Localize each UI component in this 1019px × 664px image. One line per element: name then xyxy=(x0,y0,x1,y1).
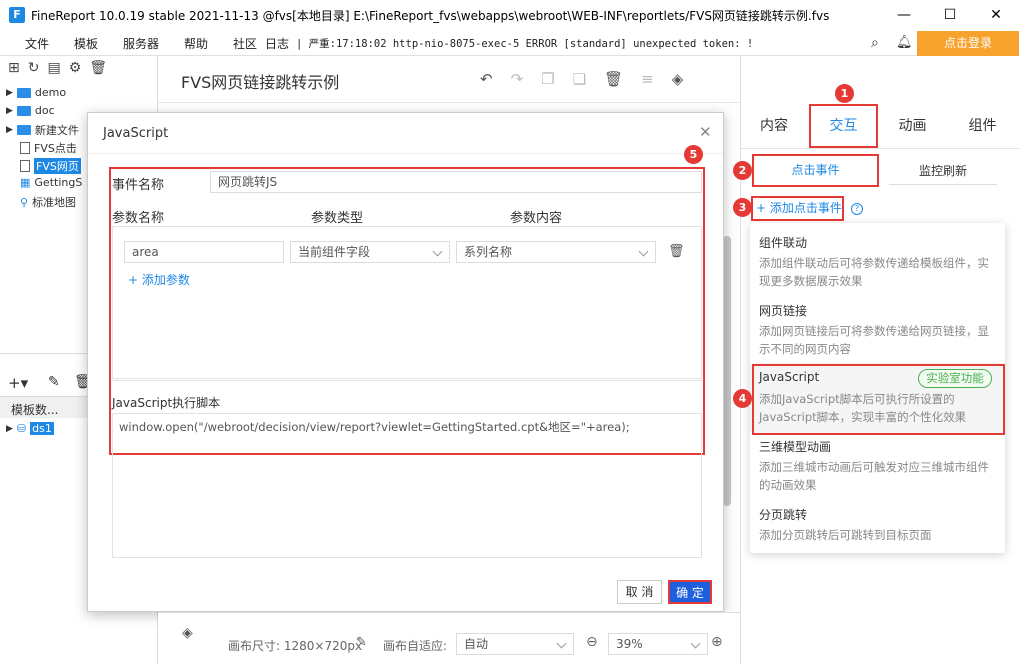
col-param-type: 参数类型 xyxy=(311,211,364,226)
refresh-icon[interactable]: ↻ xyxy=(28,60,48,76)
bell-icon[interactable]: 🔔︎ xyxy=(896,35,913,50)
dialog-title: JavaScript xyxy=(103,126,169,141)
zoom-in-icon[interactable]: ⊕ xyxy=(711,634,723,650)
badge-4: 4 xyxy=(733,389,752,408)
paste-icon[interactable]: ❏ xyxy=(573,70,604,88)
folder-icon xyxy=(16,105,31,116)
file-icon xyxy=(20,160,30,172)
script-text: window.open("/webroot/decision/view/repo… xyxy=(119,420,630,434)
report-icon: ▦ xyxy=(20,176,31,189)
menu-item-component-linkage[interactable]: 组件联动 xyxy=(759,234,807,251)
align-icon[interactable]: ≡ xyxy=(641,70,672,88)
menu-bar: 文件 模板 服务器 帮助 社区 日志 | 严重:17:18:02 http-ni… xyxy=(0,31,1019,56)
subtab-click-event[interactable]: 点击事件 xyxy=(752,154,879,187)
tree-item-fvs-click[interactable]: FVS点击 xyxy=(20,140,77,156)
copy-icon[interactable]: ❐ xyxy=(541,70,572,88)
database-icon: ⛁ xyxy=(16,422,27,435)
event-name-label: 事件名称 xyxy=(112,178,165,193)
tree-item-fvs-web[interactable]: FVS网页 xyxy=(20,158,81,174)
menu-server[interactable]: 服务器 xyxy=(123,35,159,52)
search-icon[interactable]: ⌕ xyxy=(871,35,879,51)
highlight-javascript xyxy=(752,364,1005,435)
menu-item-web-link[interactable]: 网页链接 xyxy=(759,302,807,319)
delete-icon[interactable]: 🗑︎ xyxy=(89,60,115,76)
param-name-input[interactable]: area xyxy=(124,241,284,263)
delete-param-icon[interactable]: 🗑︎ xyxy=(668,244,685,259)
redo-icon[interactable]: ↷ xyxy=(511,70,542,88)
settings-icon[interactable]: ⚙ xyxy=(69,60,90,76)
dialog-close-icon[interactable]: ✕ xyxy=(699,123,712,141)
badge-1: 1 xyxy=(835,84,854,103)
tree-item-doc[interactable]: ▶ doc xyxy=(6,104,55,117)
status-bar: ◈ 画布尺寸: 1280×720px ✎ 画布自适应: 自动 ⊖ 39% ⊕ xyxy=(158,612,740,664)
template-icon[interactable]: ▤ xyxy=(47,60,68,76)
add-dataset-icon[interactable]: +▾ xyxy=(8,374,28,392)
param-type-select[interactable]: 当前组件字段 xyxy=(290,241,450,263)
folder-icon xyxy=(16,87,31,98)
tab-content[interactable]: 内容 xyxy=(748,104,800,148)
error-log-text: | 严重:17:18:02 http-nio-8075-exec-5 ERROR… xyxy=(296,38,754,50)
trash-icon[interactable]: 🗑︎ xyxy=(604,70,641,88)
adapt-label: 画布自适应: xyxy=(383,639,448,653)
folder-icon xyxy=(16,125,31,135)
script-label: JavaScript执行脚本 xyxy=(112,396,221,410)
layers-icon[interactable]: ◈ xyxy=(182,625,193,641)
zoom-out-icon[interactable]: ⊖ xyxy=(586,634,598,650)
editor-toolbar: ↶↷❐❏🗑︎≡◈ xyxy=(480,70,701,88)
add-click-event-button[interactable]: + 添加点击事件 xyxy=(751,196,844,221)
window-title: FineReport 10.0.19 stable 2021-11-13 @fv… xyxy=(31,9,830,23)
canvas-size-text: 画布尺寸: 1280×720px xyxy=(228,639,363,653)
menu-file[interactable]: 文件 xyxy=(25,35,49,52)
title-bar: F FineReport 10.0.19 stable 2021-11-13 @… xyxy=(0,0,1019,31)
menu-template[interactable]: 模板 xyxy=(74,35,98,52)
badge-2: 2 xyxy=(733,161,752,180)
menu-item-3d-animation[interactable]: 三维模型动画 xyxy=(759,438,831,455)
edit-size-icon[interactable]: ✎ xyxy=(356,635,367,650)
document-title: FVS网页链接跳转示例 xyxy=(181,73,340,92)
badge-5: 5 xyxy=(684,145,703,164)
help-icon[interactable]: ? xyxy=(851,203,863,215)
undo-icon[interactable]: ↶ xyxy=(480,70,511,88)
tab-interaction[interactable]: 交互 xyxy=(809,104,878,148)
col-param-name: 参数名称 xyxy=(112,211,165,226)
divider xyxy=(112,380,702,381)
event-name-input[interactable]: 网页跳转JS xyxy=(210,171,702,193)
file-icon xyxy=(20,142,30,154)
menu-item-page-jump[interactable]: 分页跳转 xyxy=(759,506,807,523)
new-folder-icon[interactable]: ⊞ xyxy=(8,60,28,76)
menu-community[interactable]: 社区 xyxy=(233,35,257,52)
tab-component[interactable]: 组件 xyxy=(955,104,1010,148)
tree-item-demo[interactable]: ▶ demo xyxy=(6,86,66,99)
javascript-dialog: JavaScript ✕ 事件名称 网页跳转JS 参数名称 参数类型 参数内容 … xyxy=(87,112,724,612)
tree-item-new-folder[interactable]: ▶ 新建文件 xyxy=(6,122,79,138)
menu-log[interactable]: 日志 xyxy=(265,35,289,52)
layer-icon[interactable]: ◈ xyxy=(672,70,702,88)
divider xyxy=(741,148,1019,149)
ok-button[interactable]: 确 定 xyxy=(668,580,712,604)
menu-help[interactable]: 帮助 xyxy=(184,35,208,52)
divider xyxy=(88,153,723,154)
map-icon: ⚲ xyxy=(20,195,29,209)
edit-icon[interactable]: ✎ xyxy=(48,374,60,390)
badge-3: 3 xyxy=(733,198,752,217)
cancel-button[interactable]: 取 消 xyxy=(617,580,662,604)
subtab-refresh[interactable]: 监控刷新 xyxy=(889,158,997,185)
login-button[interactable]: 点击登录 xyxy=(917,31,1019,56)
param-value-select[interactable]: 系列名称 xyxy=(456,241,656,263)
maximize-button[interactable]: ☐ xyxy=(927,0,973,31)
close-window-button[interactable]: ✕ xyxy=(973,0,1019,31)
tree-toolbar: ⊞↻▤⚙🗑︎ xyxy=(8,60,115,76)
adapt-select[interactable]: 自动 xyxy=(456,633,574,655)
tree-item-gettingstarted[interactable]: ▦ GettingS xyxy=(20,176,82,189)
tab-animation[interactable]: 动画 xyxy=(885,104,940,148)
minimize-button[interactable]: — xyxy=(881,0,927,31)
add-param-button[interactable]: + 添加参数 xyxy=(128,271,190,288)
vertical-scrollbar[interactable] xyxy=(723,236,731,506)
tree-item-standard-map[interactable]: ⚲ 标准地图 xyxy=(20,194,76,210)
app-logo-icon: F xyxy=(9,7,25,23)
tree-item-ds1[interactable]: ▶ ⛁ ds1 xyxy=(6,422,54,435)
col-param-value: 参数内容 xyxy=(510,211,563,226)
divider xyxy=(158,102,740,103)
zoom-select[interactable]: 39% xyxy=(608,633,708,655)
